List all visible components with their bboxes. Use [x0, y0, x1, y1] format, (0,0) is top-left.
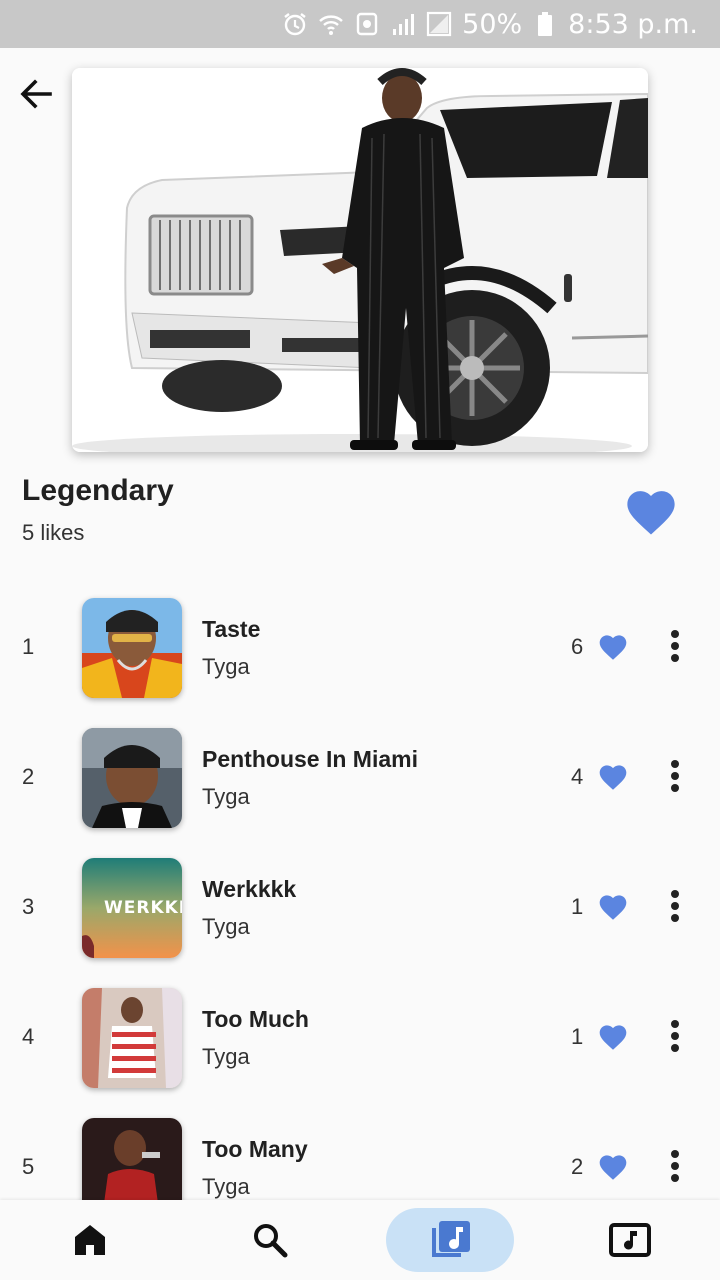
playlist-title: Legendary	[22, 474, 174, 507]
back-button[interactable]	[14, 72, 58, 116]
alarm-icon	[282, 11, 308, 37]
track-row[interactable]: 4 Too Much Tyga 1	[0, 988, 720, 1088]
track-artist: Tyga	[202, 914, 250, 939]
heart-icon	[599, 1025, 627, 1050]
like-track-button[interactable]	[597, 1021, 629, 1051]
track-number: 4	[22, 1024, 35, 1049]
track-title: Too Many	[202, 1136, 308, 1162]
signal-icon	[390, 11, 416, 37]
nav-library[interactable]	[386, 1208, 514, 1272]
like-track-button[interactable]	[597, 891, 629, 921]
home-icon	[75, 1225, 105, 1255]
track-title: Werkkkk	[202, 876, 297, 902]
track-row[interactable]: 2 Penthouse In Miami Tyga 4	[0, 728, 720, 828]
track-number: 2	[22, 764, 35, 789]
track-title: Penthouse In Miami	[202, 746, 418, 772]
track-number: 1	[22, 634, 35, 659]
track-artist: Tyga	[202, 784, 250, 809]
nav-home[interactable]	[58, 1208, 122, 1272]
track-like-count: 2	[571, 1154, 584, 1179]
track-number: 5	[22, 1154, 35, 1179]
track-row[interactable]: 3 WERKKK Werkkkk Tyga 1	[0, 858, 720, 958]
wifi-icon	[318, 11, 344, 37]
playlist-cover-image	[72, 68, 648, 452]
track-artist: Tyga	[202, 1044, 250, 1069]
signal-icon	[426, 11, 452, 37]
track-like-count: 4	[571, 764, 584, 789]
battery-icon	[532, 11, 558, 37]
track-artwork	[82, 728, 182, 828]
more-options-icon[interactable]	[664, 886, 686, 926]
track-row[interactable]: 1 Taste Tyga 6	[0, 598, 720, 698]
track-like-count: 1	[571, 894, 584, 919]
bottom-navigation	[0, 1200, 720, 1280]
music-video-icon	[609, 1223, 651, 1257]
battery-percent: 50%	[462, 8, 523, 40]
more-options-icon[interactable]	[664, 756, 686, 796]
track-like-count: 6	[571, 634, 584, 659]
status-bar: 50% 8:53 p.m.	[0, 0, 720, 48]
track-artwork	[82, 1118, 182, 1200]
track-artist: Tyga	[202, 654, 250, 679]
nav-search[interactable]	[238, 1208, 302, 1272]
like-track-button[interactable]	[597, 761, 629, 791]
track-artist: Tyga	[202, 1174, 250, 1199]
more-options-icon[interactable]	[664, 1016, 686, 1056]
playlist-like-count: 5 likes	[22, 520, 85, 545]
more-options-icon[interactable]	[664, 1146, 686, 1186]
clock: 8:53 p.m.	[568, 8, 698, 40]
track-title: Taste	[202, 616, 261, 642]
track-artwork-text: WERKKK	[104, 898, 182, 918]
heart-icon	[599, 765, 627, 790]
heart-icon	[599, 635, 627, 660]
track-artwork: WERKKK	[82, 858, 182, 958]
track-list: 1 Taste Tyga 6 2 Penthouse In Miami Tyga…	[0, 560, 720, 1200]
track-number: 3	[22, 894, 35, 919]
heart-icon	[627, 491, 675, 535]
heart-icon	[599, 1155, 627, 1180]
track-row[interactable]: 5 Too Many Tyga 2	[0, 1118, 720, 1200]
track-artwork	[82, 598, 182, 698]
track-like-count: 1	[571, 1024, 584, 1049]
nav-videos[interactable]	[598, 1208, 662, 1272]
search-icon	[254, 1224, 288, 1258]
like-track-button[interactable]	[597, 1151, 629, 1181]
library-music-icon	[432, 1221, 470, 1257]
like-track-button[interactable]	[597, 631, 629, 661]
more-options-icon[interactable]	[664, 626, 686, 666]
track-title: Too Much	[202, 1006, 309, 1032]
data-saver-icon	[354, 11, 380, 37]
heart-icon	[599, 895, 627, 920]
track-artwork	[82, 988, 182, 1088]
like-playlist-button[interactable]	[622, 484, 680, 536]
arrow-left-icon	[20, 79, 52, 109]
